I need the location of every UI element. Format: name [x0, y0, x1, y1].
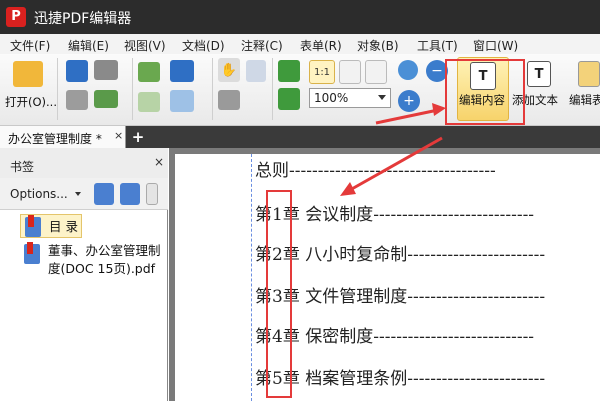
- panel-title: 书签: [10, 160, 35, 174]
- add-text-icon[interactable]: T: [527, 61, 551, 87]
- bookmark-label-line1: 董事、办公室管理制: [48, 243, 161, 258]
- menu-view[interactable]: 视图(V): [124, 37, 166, 54]
- highlight-box-edit-content: [445, 59, 525, 125]
- highlight-box-chapter-numbers: [266, 190, 292, 398]
- print-icon[interactable]: [66, 90, 88, 110]
- toc-line[interactable]: 第1章 会议制度----------------------------: [255, 200, 534, 225]
- menu-window[interactable]: 窗口(W): [473, 37, 518, 54]
- prev-arrow-icon[interactable]: [138, 62, 160, 82]
- bookmark-label: 目 录: [49, 219, 78, 234]
- document-tab-bar: 办公室管理制度 * × +: [0, 126, 600, 148]
- list-item[interactable]: 董事、办公室管理制 度(DOC 15页).pdf: [20, 242, 166, 282]
- open-button[interactable]: 打开(O)...: [4, 58, 57, 118]
- toc-line[interactable]: 第4章 保密制度----------------------------: [255, 322, 534, 347]
- panel-header: 书签 ×: [0, 148, 168, 178]
- tab-title: 办公室管理制度 *: [8, 132, 102, 146]
- select-tool-icon[interactable]: [246, 60, 266, 82]
- toc-line[interactable]: 总则------------------------------------: [255, 156, 496, 181]
- menu-bar: 文件(F) 编辑(E) 视图(V) 文档(D) 注释(C) 表单(R) 对象(B…: [0, 34, 600, 54]
- menu-edit[interactable]: 编辑(E): [68, 37, 109, 54]
- options-dropdown[interactable]: Options...: [6, 183, 86, 205]
- panel-toolbar: Options...: [0, 178, 168, 210]
- toc-line[interactable]: 第2章 八小时复命制------------------------: [255, 240, 545, 265]
- next-arrow-icon[interactable]: [138, 92, 160, 112]
- menu-document[interactable]: 文档(D): [182, 37, 225, 54]
- list-item[interactable]: 目 录: [20, 214, 82, 238]
- fit-page-icon[interactable]: [339, 60, 361, 84]
- edit-form-label[interactable]: 编辑表: [569, 92, 600, 108]
- scan-icon[interactable]: [94, 60, 118, 80]
- undo-icon[interactable]: [170, 60, 194, 82]
- menu-tools[interactable]: 工具(T): [417, 37, 458, 54]
- bookmark-label-line2: 度(DOC 15页).pdf: [48, 261, 156, 276]
- bookmark-icon: [25, 215, 41, 237]
- add-bookmark-icon[interactable]: [94, 183, 114, 205]
- document-view[interactable]: 总则------------------------------------ 第…: [169, 148, 600, 401]
- menu-comment[interactable]: 注释(C): [241, 37, 283, 54]
- chevron-down-icon: [378, 95, 386, 100]
- hand-tool-icon[interactable]: ✋: [218, 58, 240, 82]
- zoom-value: 100%: [314, 91, 349, 105]
- tab-document[interactable]: 办公室管理制度 * ×: [0, 126, 126, 148]
- bookmark-icon: [24, 242, 40, 264]
- chevron-down-icon: [75, 192, 81, 196]
- open-label: 打开(O)...: [5, 95, 57, 109]
- toc-line[interactable]: 第3章 文件管理制度------------------------: [255, 282, 545, 307]
- expand-icon[interactable]: [146, 183, 158, 205]
- rotate-ccw-icon[interactable]: [278, 88, 300, 110]
- menu-object[interactable]: 对象(B): [357, 37, 399, 54]
- title-bar: P 迅捷PDF编辑器: [0, 0, 600, 34]
- redo-icon[interactable]: [170, 90, 194, 112]
- bookmark-panel: 书签 × Options... 目 录 董事、办公室管理制 度(DOC 15页)…: [0, 148, 168, 401]
- zoom-in-search-icon[interactable]: [398, 60, 418, 80]
- zoom-in-icon[interactable]: +: [398, 90, 420, 112]
- text-block-boundary: [251, 154, 252, 401]
- edit-form-icon[interactable]: [578, 61, 600, 87]
- delete-bookmark-icon[interactable]: [120, 183, 140, 205]
- actual-size-icon[interactable]: 1:1: [309, 60, 335, 84]
- pdf-page[interactable]: 总则------------------------------------ 第…: [175, 154, 600, 401]
- options-label: Options...: [10, 187, 68, 201]
- rotate-cw-icon[interactable]: [278, 60, 300, 82]
- camera-icon[interactable]: [218, 90, 240, 110]
- fit-width-icon[interactable]: [365, 60, 387, 84]
- email-icon[interactable]: [94, 90, 118, 108]
- close-icon[interactable]: ×: [114, 129, 123, 142]
- menu-form[interactable]: 表单(R): [300, 37, 342, 54]
- folder-icon: [13, 61, 43, 87]
- window-title: 迅捷PDF编辑器: [34, 11, 132, 27]
- zoom-select[interactable]: 100%: [309, 88, 391, 108]
- menu-file[interactable]: 文件(F): [10, 37, 50, 54]
- app-logo-icon: P: [6, 7, 26, 27]
- save-icon[interactable]: [66, 60, 88, 82]
- toc-line[interactable]: 第5章 档案管理条例------------------------: [255, 364, 545, 389]
- new-tab-button[interactable]: +: [130, 128, 146, 146]
- close-icon[interactable]: ×: [154, 155, 164, 169]
